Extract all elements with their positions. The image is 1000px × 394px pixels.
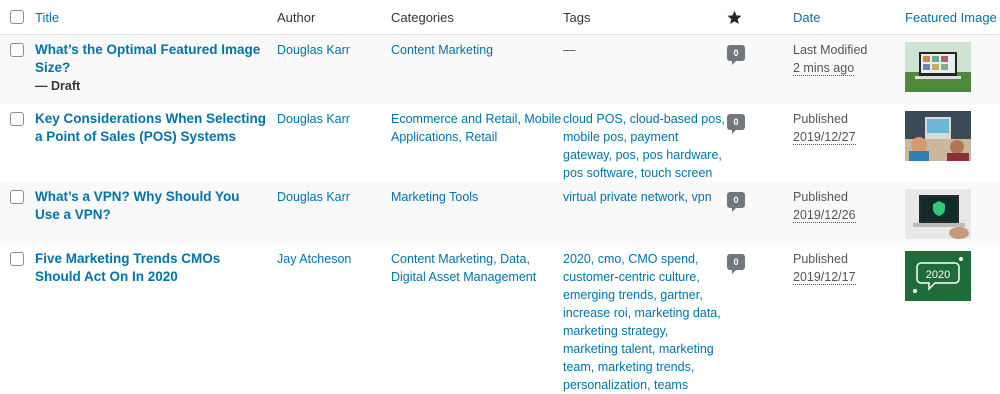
comments-cell: 0	[725, 182, 793, 244]
column-header-categories: Categories	[391, 0, 563, 35]
author-cell: Douglas Karr	[277, 35, 391, 104]
author-link[interactable]: Jay Atcheson	[277, 250, 391, 268]
tags-links[interactable]: cloud POS, cloud-based pos, mobile pos, …	[563, 110, 725, 182]
title-cell: Key Considerations When Selecting a Poin…	[33, 104, 277, 182]
comments-cell: 0	[725, 104, 793, 182]
star-icon	[727, 10, 742, 24]
author-cell: Douglas Karr	[277, 182, 391, 244]
featured-image-cell	[905, 182, 1000, 244]
column-header-comments[interactable]	[725, 0, 793, 35]
date-status: Published	[793, 111, 848, 126]
post-state: — Draft	[35, 79, 81, 93]
row-checkbox-cell	[0, 182, 33, 244]
categories-links[interactable]: Content Marketing, Data, Digital Asset M…	[391, 250, 563, 286]
author-cell: Douglas Karr	[277, 104, 391, 182]
select-all-checkbox-cell	[0, 0, 33, 35]
comments-cell: 0	[725, 244, 793, 394]
date-value: 2019/12/26	[793, 207, 856, 223]
date-status: Published	[793, 251, 848, 266]
table-row: Five Marketing Trends CMOs Should Act On…	[0, 244, 1000, 394]
featured-image-thumbnail[interactable]: 2020	[905, 250, 971, 301]
featured-image-cell: 2020	[905, 244, 1000, 394]
featured-image-thumbnail[interactable]	[905, 110, 971, 161]
author-cell: Jay Atcheson	[277, 244, 391, 394]
row-checkbox[interactable]	[10, 189, 24, 204]
column-header-tags: Tags	[563, 0, 725, 35]
row-checkbox[interactable]	[10, 251, 24, 266]
tags-links[interactable]: virtual private network, vpn	[563, 188, 725, 206]
comment-count-badge[interactable]: 0	[727, 191, 745, 212]
featured-image-cell	[905, 104, 1000, 182]
featured-image-thumbnail[interactable]	[905, 42, 971, 92]
row-checkbox[interactable]	[10, 111, 24, 126]
date-cell: Published 2019/12/27	[793, 104, 905, 182]
table-row: What’s the Optimal Featured Image Size? —…	[0, 34, 1000, 104]
featured-image-thumbnail[interactable]	[905, 188, 971, 239]
title-cell: What’s the Optimal Featured Image Size? —…	[33, 35, 277, 104]
date-value: 2019/12/17	[793, 269, 856, 285]
comments-cell: 0	[725, 35, 793, 104]
featured-image-cell	[905, 35, 1000, 104]
table-row: Key Considerations When Selecting a Poin…	[0, 104, 1000, 182]
author-link[interactable]: Douglas Karr	[277, 188, 391, 206]
date-value: 2019/12/27	[793, 129, 856, 145]
row-checkbox-cell	[0, 35, 33, 104]
row-checkbox-cell	[0, 244, 33, 394]
tags-links[interactable]: 2020, cmo, CMO spend, customer-centric c…	[563, 250, 725, 394]
post-title-link[interactable]: What’s the Optimal Featured Image Size? —…	[35, 41, 267, 95]
categories-cell: Marketing Tools	[391, 182, 563, 244]
row-checkbox[interactable]	[10, 43, 24, 57]
categories-links[interactable]: Ecommerce and Retail, Mobile Application…	[391, 110, 563, 146]
column-header-title[interactable]: Title	[33, 0, 277, 35]
categories-cell: Ecommerce and Retail, Mobile Application…	[391, 104, 563, 182]
date-cell: Published 2019/12/26	[793, 182, 905, 244]
tags-cell: virtual private network, vpn	[563, 182, 725, 244]
title-cell: What’s a VPN? Why Should You Use a VPN?	[33, 182, 277, 244]
date-status: Last Modified	[793, 43, 868, 57]
column-header-featured-image: Featured Image	[905, 0, 1000, 35]
author-link[interactable]: Douglas Karr	[277, 41, 391, 59]
thumbnail-text: 2020	[926, 269, 950, 281]
tags-cell: —	[563, 35, 725, 104]
comment-count-badge[interactable]: 0	[727, 113, 745, 134]
tags-cell: 2020, cmo, CMO spend, customer-centric c…	[563, 244, 725, 394]
comment-count-badge[interactable]: 0	[727, 45, 745, 65]
select-all-checkbox[interactable]	[10, 9, 24, 24]
column-header-author: Author	[277, 0, 391, 35]
date-value: 2 mins ago	[793, 61, 855, 76]
categories-links[interactable]: Content Marketing	[391, 41, 563, 59]
post-title-link[interactable]: Key Considerations When Selecting a Poin…	[35, 110, 267, 146]
author-link[interactable]: Douglas Karr	[277, 110, 391, 128]
table-header-row: Title Author Categories Tags Date Featur…	[0, 0, 1000, 35]
tags-cell: cloud POS, cloud-based pos, mobile pos, …	[563, 104, 725, 182]
date-status: Published	[793, 189, 848, 204]
post-title-link[interactable]: Five Marketing Trends CMOs Should Act On…	[35, 250, 267, 286]
comment-count-badge[interactable]: 0	[727, 253, 745, 274]
title-cell: Five Marketing Trends CMOs Should Act On…	[33, 244, 277, 394]
row-checkbox-cell	[0, 104, 33, 182]
categories-links[interactable]: Marketing Tools	[391, 188, 563, 206]
column-header-date[interactable]: Date	[793, 0, 905, 35]
date-cell: Published 2019/12/17	[793, 244, 905, 394]
date-cell: Last Modified 2 mins ago	[793, 35, 905, 104]
table-row: What’s a VPN? Why Should You Use a VPN? …	[0, 181, 1000, 244]
categories-cell: Content Marketing	[391, 35, 563, 104]
posts-table: Title Author Categories Tags Date Featur…	[0, 0, 1000, 394]
tags-links: —	[563, 43, 576, 57]
post-title-link[interactable]: What’s a VPN? Why Should You Use a VPN?	[35, 188, 267, 224]
categories-cell: Content Marketing, Data, Digital Asset M…	[391, 244, 563, 394]
